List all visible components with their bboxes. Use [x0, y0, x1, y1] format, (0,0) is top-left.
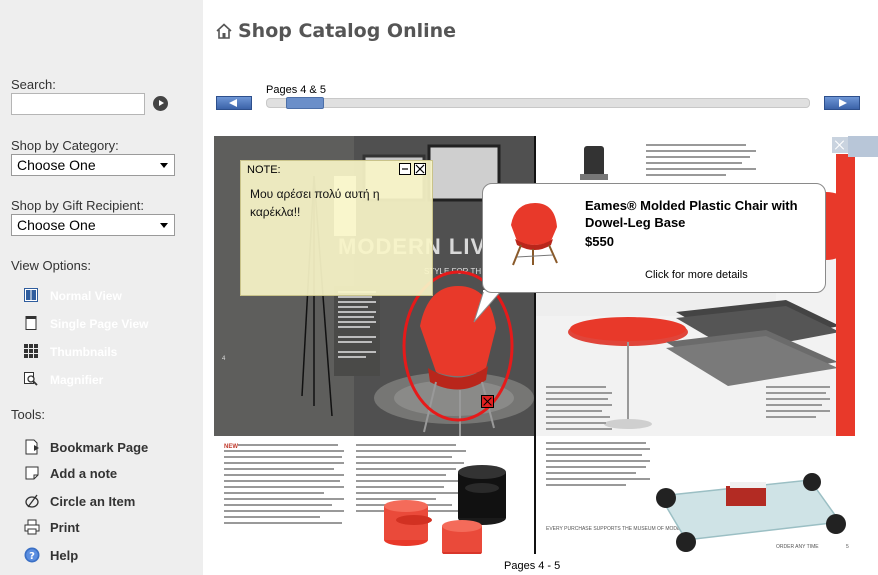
more-details-link[interactable]: Click for more details [645, 269, 748, 281]
right-footer-order: ORDER ANY TIME [776, 544, 819, 550]
tool-label: Circle an Item [50, 494, 136, 509]
category-select[interactable]: Choose One [11, 154, 175, 176]
recipient-select[interactable]: Choose One [11, 214, 175, 236]
note-title: NOTE: [247, 164, 281, 176]
thumbnails-icon [24, 344, 38, 358]
pages-footer-label: Pages 4 - 5 [504, 560, 561, 572]
tooltip-pointer [473, 290, 503, 323]
help-icon: ? [24, 547, 40, 563]
view-option-label: Single Page View [50, 317, 149, 331]
left-footer-caption: NEW [224, 444, 238, 450]
note-icon [25, 466, 39, 480]
house-icon [216, 23, 232, 39]
right-footer-caption: EVERY PURCHASE SUPPORTS THE MUSEUM OF MO… [546, 526, 699, 532]
category-label: Shop by Category: [11, 138, 119, 153]
search-go-button[interactable] [153, 96, 168, 111]
product-tooltip[interactable]: Eames® Molded Plastic Chair with Dowel-L… [482, 183, 826, 293]
close-icon[interactable] [414, 163, 426, 175]
right-page-number: 5 [846, 544, 849, 550]
tool-label: Add a note [50, 466, 118, 481]
single-page-icon [25, 316, 37, 330]
recipient-label: Shop by Gift Recipient: [11, 198, 144, 213]
category-selected-value: Choose One [17, 157, 96, 173]
arrow-left-icon [229, 99, 237, 107]
magnifier-icon [24, 372, 38, 386]
view-options-label: View Options: [11, 258, 91, 273]
pages-indicator-label: Pages 4 & 5 [266, 84, 326, 96]
product-name: Eames® Molded Plastic Chair with Dowel-L… [585, 198, 798, 230]
view-option-label: Thumbnails [50, 345, 118, 359]
product-thumbnail [511, 203, 558, 266]
arrow-right-icon [839, 99, 847, 107]
recipient-selected-value: Choose One [17, 217, 96, 233]
tool-label: Print [50, 520, 80, 535]
chevron-down-icon [160, 223, 168, 228]
product-price: $550 [585, 234, 614, 249]
view-option-label: Magnifier [50, 373, 104, 387]
close-icon[interactable] [831, 136, 849, 154]
sidebar: Search: Shop by Category: Choose One Sho… [0, 0, 203, 575]
view-option-label: Normal View [50, 289, 122, 303]
tool-label: Help [50, 548, 79, 563]
chevron-down-icon [160, 163, 168, 168]
panel-edge [848, 136, 878, 157]
page-title-text: Shop Catalog Online [238, 20, 457, 42]
note-text: Μου αρέσει πολύ αυτή η καρέκλα!! [250, 187, 380, 219]
search-input[interactable] [11, 93, 145, 115]
sticky-note[interactable]: NOTE: Μου αρέσει πολύ αυτή η καρέκλα!! [240, 160, 433, 296]
bookmark-icon [25, 439, 39, 455]
page-title: Shop Catalog Online [216, 20, 456, 42]
circle-item-icon [25, 494, 39, 508]
tools-label: Tools: [11, 407, 45, 422]
page-slider-track[interactable] [266, 98, 810, 108]
remove-circle-icon[interactable] [481, 395, 494, 408]
printer-icon [24, 519, 40, 535]
search-label: Search: [11, 77, 56, 92]
minimize-icon[interactable] [399, 163, 411, 175]
tool-label: Bookmark Page [50, 440, 149, 455]
prev-page-button[interactable] [216, 96, 252, 110]
next-page-button[interactable] [824, 96, 860, 110]
page-slider-thumb[interactable] [286, 97, 325, 109]
normal-view-icon [24, 288, 38, 302]
svg-text:?: ? [29, 551, 35, 562]
